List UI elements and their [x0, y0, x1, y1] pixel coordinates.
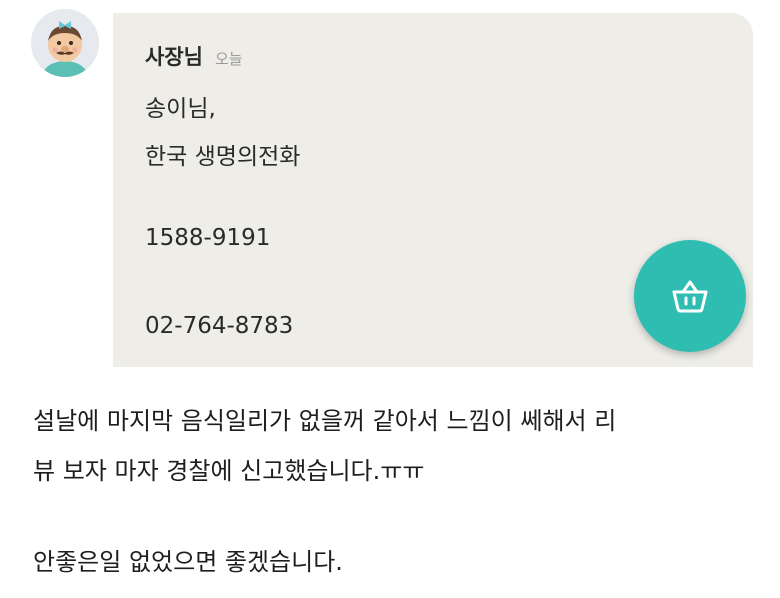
- message-header: 사장님 오늘: [145, 41, 243, 71]
- message-line: 한국 생명의전화: [145, 144, 301, 170]
- cart-button[interactable]: [634, 240, 746, 352]
- sender-name: 사장님: [145, 45, 203, 69]
- caption-line: 안좋은일 없었으면 좋겠습니다.: [33, 548, 343, 576]
- message-time: 오늘: [214, 50, 243, 68]
- caption-line: 뷰 보자 마자 경찰에 신고했습니다.ㅠㅠ: [33, 457, 425, 485]
- basket-icon: [672, 280, 708, 313]
- message-line: 송이님,: [145, 96, 216, 122]
- phone-number: 02-764-8783: [145, 313, 294, 339]
- phone-number: 1588-9191: [145, 225, 271, 251]
- caption-line: 설날에 마지막 음식일리가 없을꺼 같아서 느낌이 쎄해서 리: [33, 407, 617, 435]
- avatar: [31, 9, 99, 77]
- chef-avatar-icon: [31, 9, 99, 77]
